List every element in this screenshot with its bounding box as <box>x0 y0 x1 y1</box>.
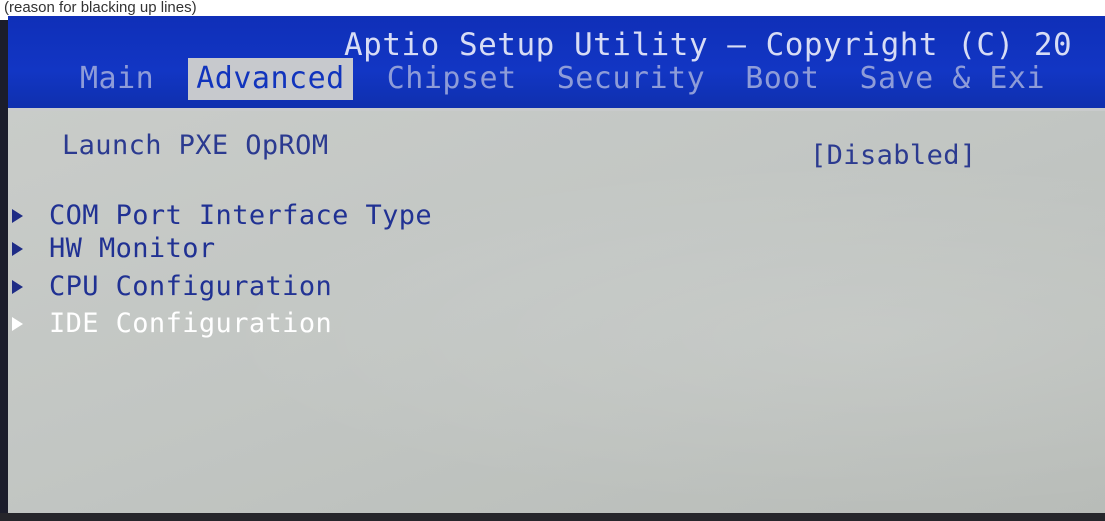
launch-pxe-oprom-value[interactable]: [Disabled] <box>810 140 977 172</box>
bezel-edge <box>0 513 1105 521</box>
settings-panel: Launch PXE OpROM [Disabled] COM Port Int… <box>8 108 1105 521</box>
tab-bar: Main Advanced Chipset Security Boot Save… <box>74 58 1079 100</box>
triangle-right-icon <box>12 317 23 331</box>
triangle-right-icon <box>12 280 23 294</box>
submenu-ide-configuration[interactable]: IDE Configuration <box>12 308 332 340</box>
bios-screen: (reason for blacking up lines) Aptio Set… <box>0 0 1105 521</box>
tab-chipset[interactable]: Chipset <box>381 60 523 98</box>
submenu-label: IDE Configuration <box>49 308 333 339</box>
tab-advanced[interactable]: Advanced <box>188 58 353 100</box>
triangle-right-icon <box>12 242 23 256</box>
bios-header: Aptio Setup Utility – Copyright (C) 20 M… <box>8 16 1105 116</box>
submenu-cpu-configuration[interactable]: CPU Configuration <box>12 271 332 303</box>
tab-boot[interactable]: Boot <box>739 60 825 98</box>
tab-save-exit[interactable]: Save & Exi <box>853 60 1051 98</box>
submenu-com-port-interface-type[interactable]: COM Port Interface Type <box>12 200 432 232</box>
submenu-label: COM Port Interface Type <box>49 200 433 231</box>
photo-caption: (reason for blacking up lines) <box>4 0 197 16</box>
tab-main[interactable]: Main <box>74 60 160 98</box>
submenu-hw-monitor[interactable]: HW Monitor <box>12 233 216 265</box>
triangle-right-icon <box>12 209 23 223</box>
app-title: Aptio Setup Utility – Copyright (C) 20 <box>344 27 1073 63</box>
submenu-label: HW Monitor <box>49 233 216 264</box>
submenu-label: CPU Configuration <box>49 271 333 302</box>
launch-pxe-oprom-label[interactable]: Launch PXE OpROM <box>62 130 329 162</box>
tab-security[interactable]: Security <box>551 60 712 98</box>
